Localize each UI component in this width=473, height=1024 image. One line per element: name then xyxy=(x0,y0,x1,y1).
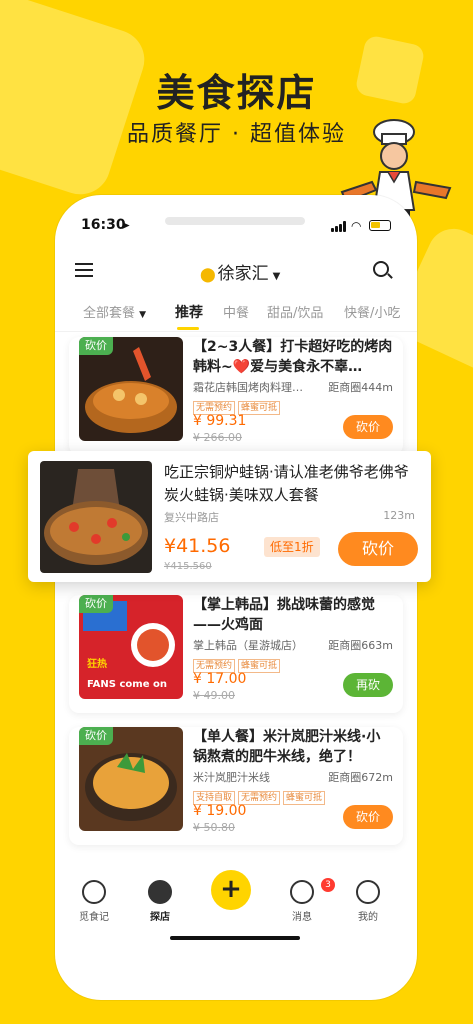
signal-icon xyxy=(331,221,347,232)
smiley-icon xyxy=(356,880,380,904)
bargain-badge: 砍价 xyxy=(79,727,113,745)
food-image xyxy=(40,461,152,573)
deal-meta: 掌上韩品（星游城店） 距商圈663m xyxy=(193,637,393,653)
top-navbar: ⬤ 徐家汇 ▼ xyxy=(55,255,417,287)
deal-price: ¥ 19.00 xyxy=(193,803,247,819)
nav-label: 我的 xyxy=(358,912,378,923)
distance: 距商圈663m xyxy=(328,639,393,652)
shop-name: 米汁岚肥汁米线 xyxy=(193,771,270,784)
bottom-nav: 觅食记 探店 + 3 消息 我的 xyxy=(55,870,417,940)
original-price: ¥ 50.80 xyxy=(193,821,235,834)
menu-icon[interactable] xyxy=(75,263,93,277)
nav-item-explore[interactable]: 探店 xyxy=(135,880,185,923)
original-price: ¥415.560 xyxy=(164,561,212,572)
active-tab-indicator xyxy=(177,327,199,330)
promo-headline: 美食探店 xyxy=(156,71,317,115)
house-face-icon xyxy=(82,880,106,904)
deal-meta: 霜花店韩国烤肉料理… 距商圈444m xyxy=(193,379,393,395)
tag: 蜂蜜可抵 xyxy=(283,791,326,805)
nav-item-food-diary[interactable]: 觅食记 xyxy=(69,880,119,923)
discount-badge: 低至1折 xyxy=(264,537,320,557)
deal-meta: 米汁岚肥汁米线 距商圈672m xyxy=(193,769,393,785)
status-bar: 16:30 ➤ ◠ xyxy=(55,217,417,241)
deal-card[interactable]: 狂热 FANS come on 砍价 【掌上韩品】挑战味蕾的感觉——火鸡面 掌上… xyxy=(69,595,403,713)
wifi-icon: ◠ xyxy=(351,219,362,233)
shop-name: 复兴中路店 xyxy=(164,511,219,524)
deal-price: ¥ 99.31 xyxy=(193,413,247,429)
battery-icon xyxy=(369,220,391,231)
bargain-button[interactable]: 砍价 xyxy=(343,415,393,439)
tab-desserts-drinks[interactable]: 甜品/饮品 xyxy=(267,302,323,321)
nav-label: 消息 xyxy=(292,912,312,923)
phone-frame: 16:30 ➤ ◠ ⬤ 徐家汇 ▼ 全部套餐 ▼ 推荐 中餐 甜品/饮品 快餐/小吃 xyxy=(55,195,417,1000)
shop-name: 掌上韩品（星游城店） xyxy=(193,639,303,652)
bargain-button[interactable]: 砍价 xyxy=(338,532,418,566)
location-arrow-icon: ➤ xyxy=(121,219,131,232)
home-indicator xyxy=(170,936,300,940)
deal-title: 【单人餐】米汁岚肥汁米线·小锅熬煮的肥牛米线，绝了！ xyxy=(193,729,381,765)
deal-card[interactable]: 砍价 【2~3人餐】打卡超好吃的烤肉韩料~❤️爱与美食永不辜… 霜花店韩国烤肉料… xyxy=(69,337,403,455)
deal-tags: 无需预约 蜂蜜可抵 xyxy=(193,653,283,673)
featured-price: ¥41.56 xyxy=(164,535,231,557)
deal-tags: 无需预约 蜂蜜可抵 xyxy=(193,395,283,415)
tab-recommended[interactable]: 推荐 xyxy=(175,302,203,322)
distance: 距商圈444m xyxy=(328,381,393,394)
nav-item-messages[interactable]: 3 消息 xyxy=(277,878,335,923)
add-post-button[interactable]: + xyxy=(211,870,251,910)
image-caption: FANS come on xyxy=(87,679,167,690)
tab-all-packages[interactable]: 全部套餐 ▼ xyxy=(83,302,146,321)
bargain-button[interactable]: 砍价 xyxy=(343,805,393,829)
search-icon[interactable] xyxy=(373,261,389,277)
original-price: ¥ 266.00 xyxy=(193,431,242,444)
city-name: 徐家汇 xyxy=(217,264,269,284)
location-pin-icon: ⬤ xyxy=(200,267,216,283)
chevron-down-icon: ▼ xyxy=(272,271,281,282)
bell-icon: 3 xyxy=(290,878,335,904)
compass-icon xyxy=(148,880,172,904)
tab-chinese[interactable]: 中餐 xyxy=(223,302,249,321)
deal-tags: 支持自取 无需预约 蜂蜜可抵 xyxy=(193,785,328,805)
category-tabs: 全部套餐 ▼ 推荐 中餐 甜品/饮品 快餐/小吃 xyxy=(55,298,417,332)
bargain-badge: 砍价 xyxy=(79,337,113,355)
distance: 123m xyxy=(383,509,415,522)
featured-deal-card[interactable]: 吃正宗铜炉蛙锅·请认准老佛爷老佛爷炭火蛙锅·美味双人套餐 复兴中路店 123m … xyxy=(28,451,431,582)
nav-label: 觅食记 xyxy=(79,912,109,923)
bargain-badge: 砍价 xyxy=(79,595,113,613)
tab-fastfood-snacks[interactable]: 快餐/小吃 xyxy=(344,302,400,321)
nav-item-profile[interactable]: 我的 xyxy=(343,880,393,923)
deal-price: ¥ 17.00 xyxy=(193,671,247,687)
deal-card[interactable]: 砍价 【单人餐】米汁岚肥汁米线·小锅熬煮的肥牛米线，绝了！ 米汁岚肥汁米线 距商… xyxy=(69,727,403,845)
featured-title: 吃正宗铜炉蛙锅·请认准老佛爷老佛爷炭火蛙锅·美味双人套餐 xyxy=(164,463,409,504)
deal-title: 【2~3人餐】打卡超好吃的烤肉韩料~❤️爱与美食永不辜… xyxy=(193,339,393,375)
nav-label: 探店 xyxy=(150,912,170,923)
original-price: ¥ 49.00 xyxy=(193,689,235,702)
distance: 距商圈672m xyxy=(328,771,393,784)
image-caption: 狂热 xyxy=(87,657,107,670)
status-time: 16:30 xyxy=(81,217,126,233)
city-selector[interactable]: ⬤ 徐家汇 ▼ xyxy=(200,259,280,284)
deal-title: 【掌上韩品】挑战味蕾的感觉——火鸡面 xyxy=(193,597,375,633)
rebargain-button[interactable]: 再砍 xyxy=(343,673,393,697)
shop-name: 霜花店韩国烤肉料理… xyxy=(193,381,303,394)
message-count-badge: 3 xyxy=(321,878,335,892)
